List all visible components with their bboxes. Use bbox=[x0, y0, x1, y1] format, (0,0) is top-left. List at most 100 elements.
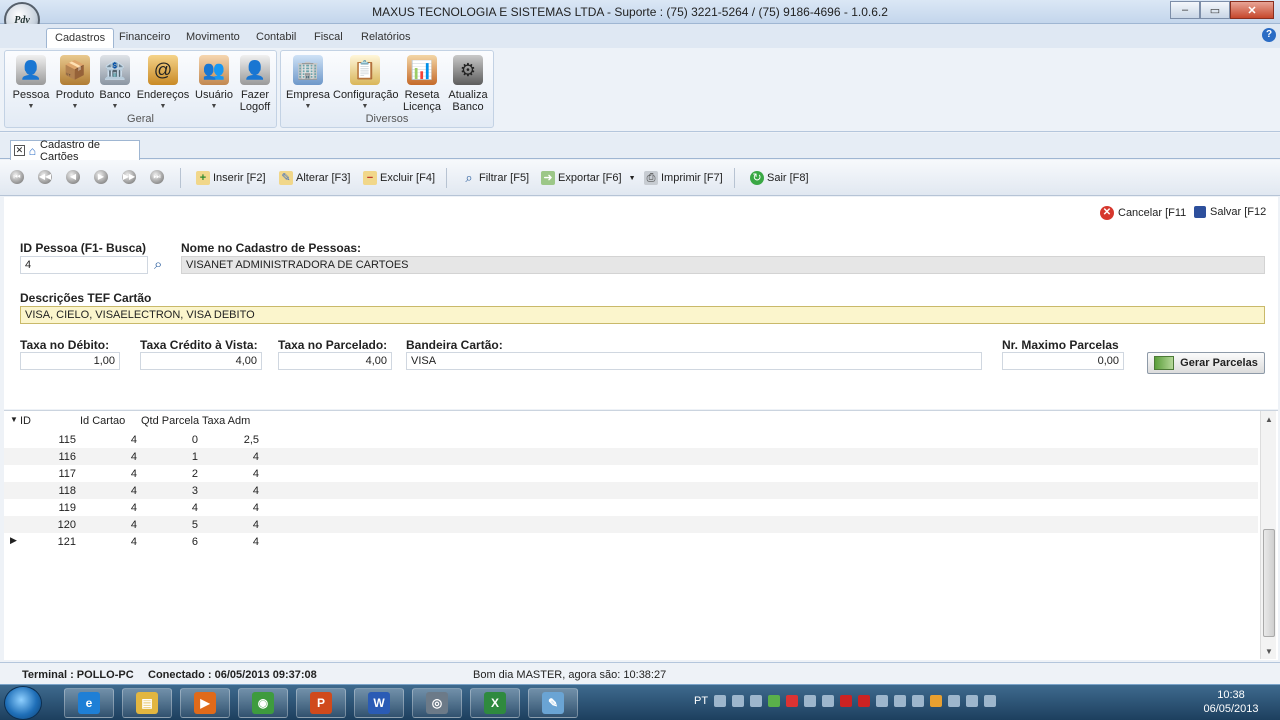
vertical-scrollbar[interactable]: ▲ ▼ bbox=[1260, 411, 1276, 659]
flag-icon[interactable] bbox=[948, 695, 961, 707]
id-pessoa-label: ID Pessoa (F1- Busca) bbox=[20, 241, 147, 255]
taskbar-app-button[interactable]: ▶ bbox=[180, 688, 230, 718]
alter-button[interactable]: ✎ Alterar [F3] bbox=[279, 171, 350, 185]
tray-icon[interactable] bbox=[750, 695, 763, 707]
atualiza-banco-button[interactable]: ⚙ Atualiza Banco bbox=[447, 55, 489, 113]
print-button[interactable]: ⎙ Imprimir [F7] bbox=[644, 171, 723, 185]
scrollbar-thumb[interactable] bbox=[1263, 529, 1275, 637]
export-button[interactable]: ➜ Exportar [F6] ▼ bbox=[541, 171, 636, 185]
tray-icon[interactable] bbox=[876, 695, 889, 707]
max-parcelas-input[interactable]: 0,00 bbox=[1002, 352, 1124, 370]
tray-icon[interactable] bbox=[858, 695, 871, 707]
empresa-button[interactable]: 🏢 Empresa ▼ bbox=[285, 55, 331, 113]
cancel-button[interactable]: ✕ Cancelar [F11 bbox=[1100, 206, 1186, 220]
next-record-button[interactable]: ▶ bbox=[94, 170, 108, 184]
reseta-licenca-button[interactable]: 📊 Reseta Licença bbox=[401, 55, 443, 113]
tab-relatorios[interactable]: Relatórios bbox=[353, 28, 419, 48]
scroll-up-icon[interactable]: ▲ bbox=[1261, 415, 1277, 424]
chevron-down-icon[interactable]: ▼ bbox=[629, 175, 636, 182]
start-button[interactable] bbox=[4, 686, 42, 720]
prev-record-button[interactable]: ◀ bbox=[66, 170, 80, 184]
system-clock[interactable]: 10:38 06/05/2013 bbox=[1196, 688, 1266, 716]
ribbon: 👤 Pessoa ▼ 📦 Produto ▼ 🏦 Banco ▼ @ Ender… bbox=[0, 48, 1280, 132]
logoff-button[interactable]: 👤 Fazer Logoff bbox=[236, 55, 274, 113]
close-button[interactable]: ✕ bbox=[1230, 1, 1274, 19]
taskbar-app-button[interactable]: ✎ bbox=[528, 688, 578, 718]
tray-icon[interactable] bbox=[732, 695, 745, 707]
table-row[interactable]: 120 4 5 4 bbox=[4, 516, 1258, 533]
taskbar-app-button[interactable]: e bbox=[64, 688, 114, 718]
taskbar-app-button[interactable]: ◉ bbox=[238, 688, 288, 718]
tab-cadastro-cartoes[interactable]: ✕ ⌂ Cadastro de Cartões bbox=[10, 139, 140, 163]
tab-movimento[interactable]: Movimento bbox=[178, 28, 248, 48]
scroll-down-icon[interactable]: ▼ bbox=[1261, 647, 1277, 656]
nome-input[interactable]: VISANET ADMINISTRADORA DE CARTOES bbox=[181, 256, 1265, 274]
title-bar: MAXUS TECNOLOGIA E SISTEMAS LTDA - Supor… bbox=[0, 0, 1280, 24]
network-icon[interactable] bbox=[966, 695, 979, 707]
table-row[interactable]: 119 4 4 4 bbox=[4, 499, 1258, 516]
table-row[interactable]: 115 4 0 2,5 bbox=[4, 431, 1258, 448]
tray-icon[interactable] bbox=[930, 695, 943, 707]
delete-button[interactable]: − Excluir [F4] bbox=[363, 171, 435, 185]
tab-contabil[interactable]: Contabil bbox=[248, 28, 304, 48]
taxa-debito-input[interactable]: 1,00 bbox=[20, 352, 120, 370]
tray-icon[interactable] bbox=[912, 695, 925, 707]
prev-page-button[interactable]: ◀◀ bbox=[38, 170, 52, 184]
gerar-parcelas-button[interactable]: Gerar Parcelas bbox=[1147, 352, 1265, 374]
taskbar-app-button[interactable]: P bbox=[296, 688, 346, 718]
status-bar: Terminal : POLLO-PC Conectado : 06/05/20… bbox=[0, 662, 1280, 684]
taskbar-app-button[interactable]: W bbox=[354, 688, 404, 718]
search-icon[interactable]: ⌕ bbox=[154, 256, 162, 273]
enderecos-button[interactable]: @ Endereços ▼ bbox=[136, 55, 190, 113]
table-row[interactable]: 117 4 2 4 bbox=[4, 465, 1258, 482]
next-page-button[interactable]: ▶▶ bbox=[122, 170, 136, 184]
table-cell: 4 bbox=[252, 536, 259, 548]
tray-icon[interactable] bbox=[822, 695, 835, 707]
maximize-button[interactable]: ▭ bbox=[1200, 1, 1230, 19]
logoff-icon: 👤 bbox=[240, 55, 270, 85]
table-row[interactable]: 116 4 1 4 bbox=[4, 448, 1258, 465]
table-row[interactable]: 118 4 3 4 bbox=[4, 482, 1258, 499]
id-pessoa-input[interactable]: 4 bbox=[20, 256, 148, 274]
filter-button[interactable]: ⌕ Filtrar [F5] bbox=[462, 171, 529, 185]
column-header-id-cartao[interactable]: Id Cartao bbox=[80, 415, 125, 427]
column-header-id[interactable]: ID bbox=[20, 415, 31, 427]
taskbar-app-button[interactable]: ▤ bbox=[122, 688, 172, 718]
taxa-parcelado-input[interactable]: 4,00 bbox=[278, 352, 392, 370]
usuario-button[interactable]: 👥 Usuário ▼ bbox=[192, 55, 236, 113]
pessoa-button[interactable]: 👤 Pessoa ▼ bbox=[9, 55, 53, 113]
company-icon: 🏢 bbox=[293, 55, 323, 85]
produto-button[interactable]: 📦 Produto ▼ bbox=[53, 55, 97, 113]
tray-icon[interactable] bbox=[768, 695, 781, 707]
insert-button[interactable]: + Inserir [F2] bbox=[196, 171, 266, 185]
taskbar-app-button[interactable]: X bbox=[470, 688, 520, 718]
descricoes-input[interactable]: VISA, CIELO, VISAELECTRON, VISA DEBITO bbox=[20, 306, 1265, 324]
tray-icon[interactable] bbox=[786, 695, 799, 707]
banco-button[interactable]: 🏦 Banco ▼ bbox=[97, 55, 133, 113]
help-icon[interactable]: ? bbox=[1262, 28, 1276, 42]
configuracao-button[interactable]: 📋 Configuração ▼ bbox=[333, 55, 398, 113]
taskbar-app-button[interactable]: ◎ bbox=[412, 688, 462, 718]
tray-icon[interactable] bbox=[894, 695, 907, 707]
first-record-button[interactable]: ⏮ bbox=[10, 170, 24, 184]
tab-cadastros[interactable]: Cadastros bbox=[46, 28, 115, 48]
export-icon: ➜ bbox=[541, 171, 555, 185]
column-header-qtd-parcela[interactable]: Qtd Parcela bbox=[141, 415, 199, 427]
column-header-taxa-adm[interactable]: Taxa Adm bbox=[202, 415, 250, 427]
tab-fiscal[interactable]: Fiscal bbox=[306, 28, 351, 48]
language-indicator[interactable]: PT bbox=[694, 695, 708, 707]
close-tab-icon[interactable]: ✕ bbox=[14, 145, 25, 156]
taxa-credito-input[interactable]: 4,00 bbox=[140, 352, 262, 370]
save-button[interactable]: Salvar [F12 bbox=[1194, 206, 1266, 218]
keyboard-icon[interactable] bbox=[714, 695, 727, 707]
exit-button[interactable]: ↻ Sair [F8] bbox=[750, 171, 809, 185]
minimize-button[interactable]: – bbox=[1170, 1, 1200, 19]
last-record-button[interactable]: ⏭ bbox=[150, 170, 164, 184]
bandeira-input[interactable]: VISA bbox=[406, 352, 982, 370]
volume-icon[interactable] bbox=[984, 695, 997, 707]
table-row[interactable]: ▶ 121 4 6 4 bbox=[4, 533, 1258, 550]
tab-financeiro[interactable]: Financeiro bbox=[111, 28, 178, 48]
tray-icon[interactable] bbox=[804, 695, 817, 707]
tray-icon[interactable] bbox=[840, 695, 853, 707]
person-icon: 👤 bbox=[16, 55, 46, 85]
